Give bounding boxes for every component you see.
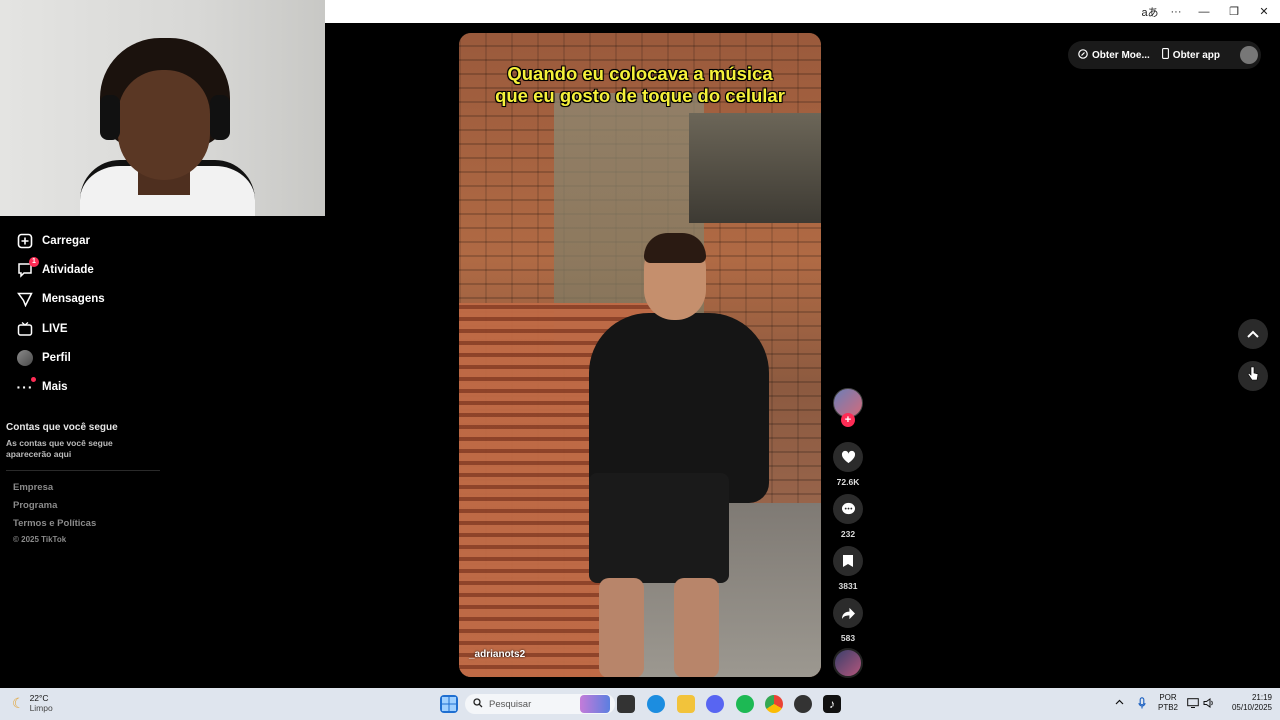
bookmark-icon [833,546,863,576]
footer-link-terms[interactable]: Termos e Políticas [13,518,96,529]
follow-plus-icon[interactable]: + [841,413,855,427]
chevron-up-icon[interactable] [1115,698,1124,708]
more-icon: ··· [16,377,36,396]
microphone-icon[interactable] [1138,697,1146,712]
activity-icon: 1 [16,256,39,279]
language-indicator[interactable]: POR [1158,693,1178,703]
sidebar-item-upload[interactable]: Carregar [0,226,160,255]
spotify-icon[interactable] [736,695,754,713]
get-app-button[interactable]: Obter app [1161,48,1221,62]
get-app-label: Obter app [1172,49,1221,61]
music-disc-avatar[interactable] [833,648,863,678]
keyboard-layout: PTB2 [1158,703,1179,712]
sidebar-item-more[interactable]: ··· Mais [0,372,160,401]
start-button[interactable] [440,695,458,713]
messages-icon [16,290,34,308]
video-player[interactable]: Quando eu colocava a música que eu gosto… [459,33,821,677]
chevron-up-icon [1247,325,1259,343]
sidebar-item-label: Perfil [42,351,71,364]
windows-taskbar: ☾ 22°C Limpo Pesquisar ♪ POR PTB2 21:19 … [0,688,1280,720]
sidebar-item-activity[interactable]: 1 Atividade [0,255,160,284]
weather-widget[interactable]: ☾ 22°C Limpo [12,693,53,713]
sidebar-item-label: Carregar [42,234,90,247]
caption-line-2: que eu gosto de toque do celular [495,85,785,106]
chrome-icon[interactable] [765,695,783,713]
tiktok-icon[interactable]: ♪ [823,695,841,713]
heart-icon [833,442,863,472]
search-icon [473,697,483,711]
upload-icon [16,232,34,250]
sidebar-item-label: LIVE [42,322,68,335]
more-options-icon[interactable]: ··· [1161,0,1191,23]
get-coins-button[interactable]: Obter Moe... [1078,48,1150,62]
comment-button[interactable]: 232 [832,494,864,539]
close-button[interactable]: ✕ [1249,0,1279,23]
live-icon [16,320,34,338]
following-empty-text: As contas que você segue aparecerão aqui [6,438,113,459]
sidebar-item-live[interactable]: LIVE [0,314,160,343]
moon-icon: ☾ [12,694,25,711]
video-caption: Quando eu colocava a música que eu gosto… [459,63,821,107]
file-explorer-icon[interactable] [677,695,695,713]
copyright: © 2025 TikTok [13,535,67,544]
sidebar-item-label: Mais [42,381,68,394]
sidebar-item-label: Mensagens [42,293,105,306]
volume-icon[interactable] [1203,698,1215,711]
save-button[interactable]: 3831 [832,546,864,591]
sidebar-item-profile[interactable]: Perfil [0,343,160,372]
terminal-icon[interactable] [617,695,635,713]
clock-date: 05/10/2025 [1231,703,1272,712]
search-placeholder: Pesquisar [489,698,532,710]
footer-link-company[interactable]: Empresa [13,482,53,493]
temperature: 22°C [29,693,49,703]
sidebar-nav: Carregar 1 Atividade Mensagens LIVE Perf… [0,226,160,402]
like-button[interactable]: 72.6K [832,442,864,487]
webcam-overlay [0,0,325,216]
user-avatar[interactable] [1240,46,1259,64]
clock-time[interactable]: 21:19 [1222,693,1272,703]
comment-count: 232 [840,529,856,539]
comment-icon [833,494,863,524]
discord-icon[interactable] [706,695,724,713]
video-author-handle[interactable]: _adrianots2 [469,649,525,660]
hand-cursor-icon [1247,366,1259,387]
network-icon[interactable] [1187,698,1199,711]
save-count: 3831 [838,581,858,591]
like-count: 72.6K [836,477,860,487]
notification-badge: 1 [29,256,39,267]
edge-browser-icon[interactable] [647,695,665,713]
top-right-actions: Obter Moe... Obter app [1068,41,1261,69]
sidebar-item-messages[interactable]: Mensagens [0,285,160,314]
next-video-button[interactable] [1238,361,1268,391]
following-heading: Contas que você segue [6,422,118,433]
share-button[interactable]: 583 [832,598,864,643]
webcam-person-face [118,70,210,180]
weather-condition: Limpo [29,703,53,713]
phone-icon [1161,48,1169,62]
obs-icon[interactable] [794,695,812,713]
search-highlight-icon [580,695,610,713]
profile-avatar-icon [16,349,34,367]
coin-icon [1078,48,1088,62]
minimize-button[interactable]: — [1189,0,1219,23]
caption-line-1: Quando eu colocava a música [507,63,773,84]
previous-video-button[interactable] [1238,319,1268,349]
share-count: 583 [840,633,856,643]
headphones-icon [100,95,120,140]
maximize-button[interactable]: ❐ [1219,0,1249,23]
browser-title-bar: aあ ··· — ❐ ✕ [325,0,1280,23]
share-arrow-icon [833,598,863,628]
sidebar-item-label: Atividade [42,263,94,276]
get-coins-label: Obter Moe... [1092,49,1150,61]
divider [6,470,160,471]
footer-link-program[interactable]: Programa [13,500,57,511]
video-actions: + 72.6K 232 3831 583 [830,388,866,643]
